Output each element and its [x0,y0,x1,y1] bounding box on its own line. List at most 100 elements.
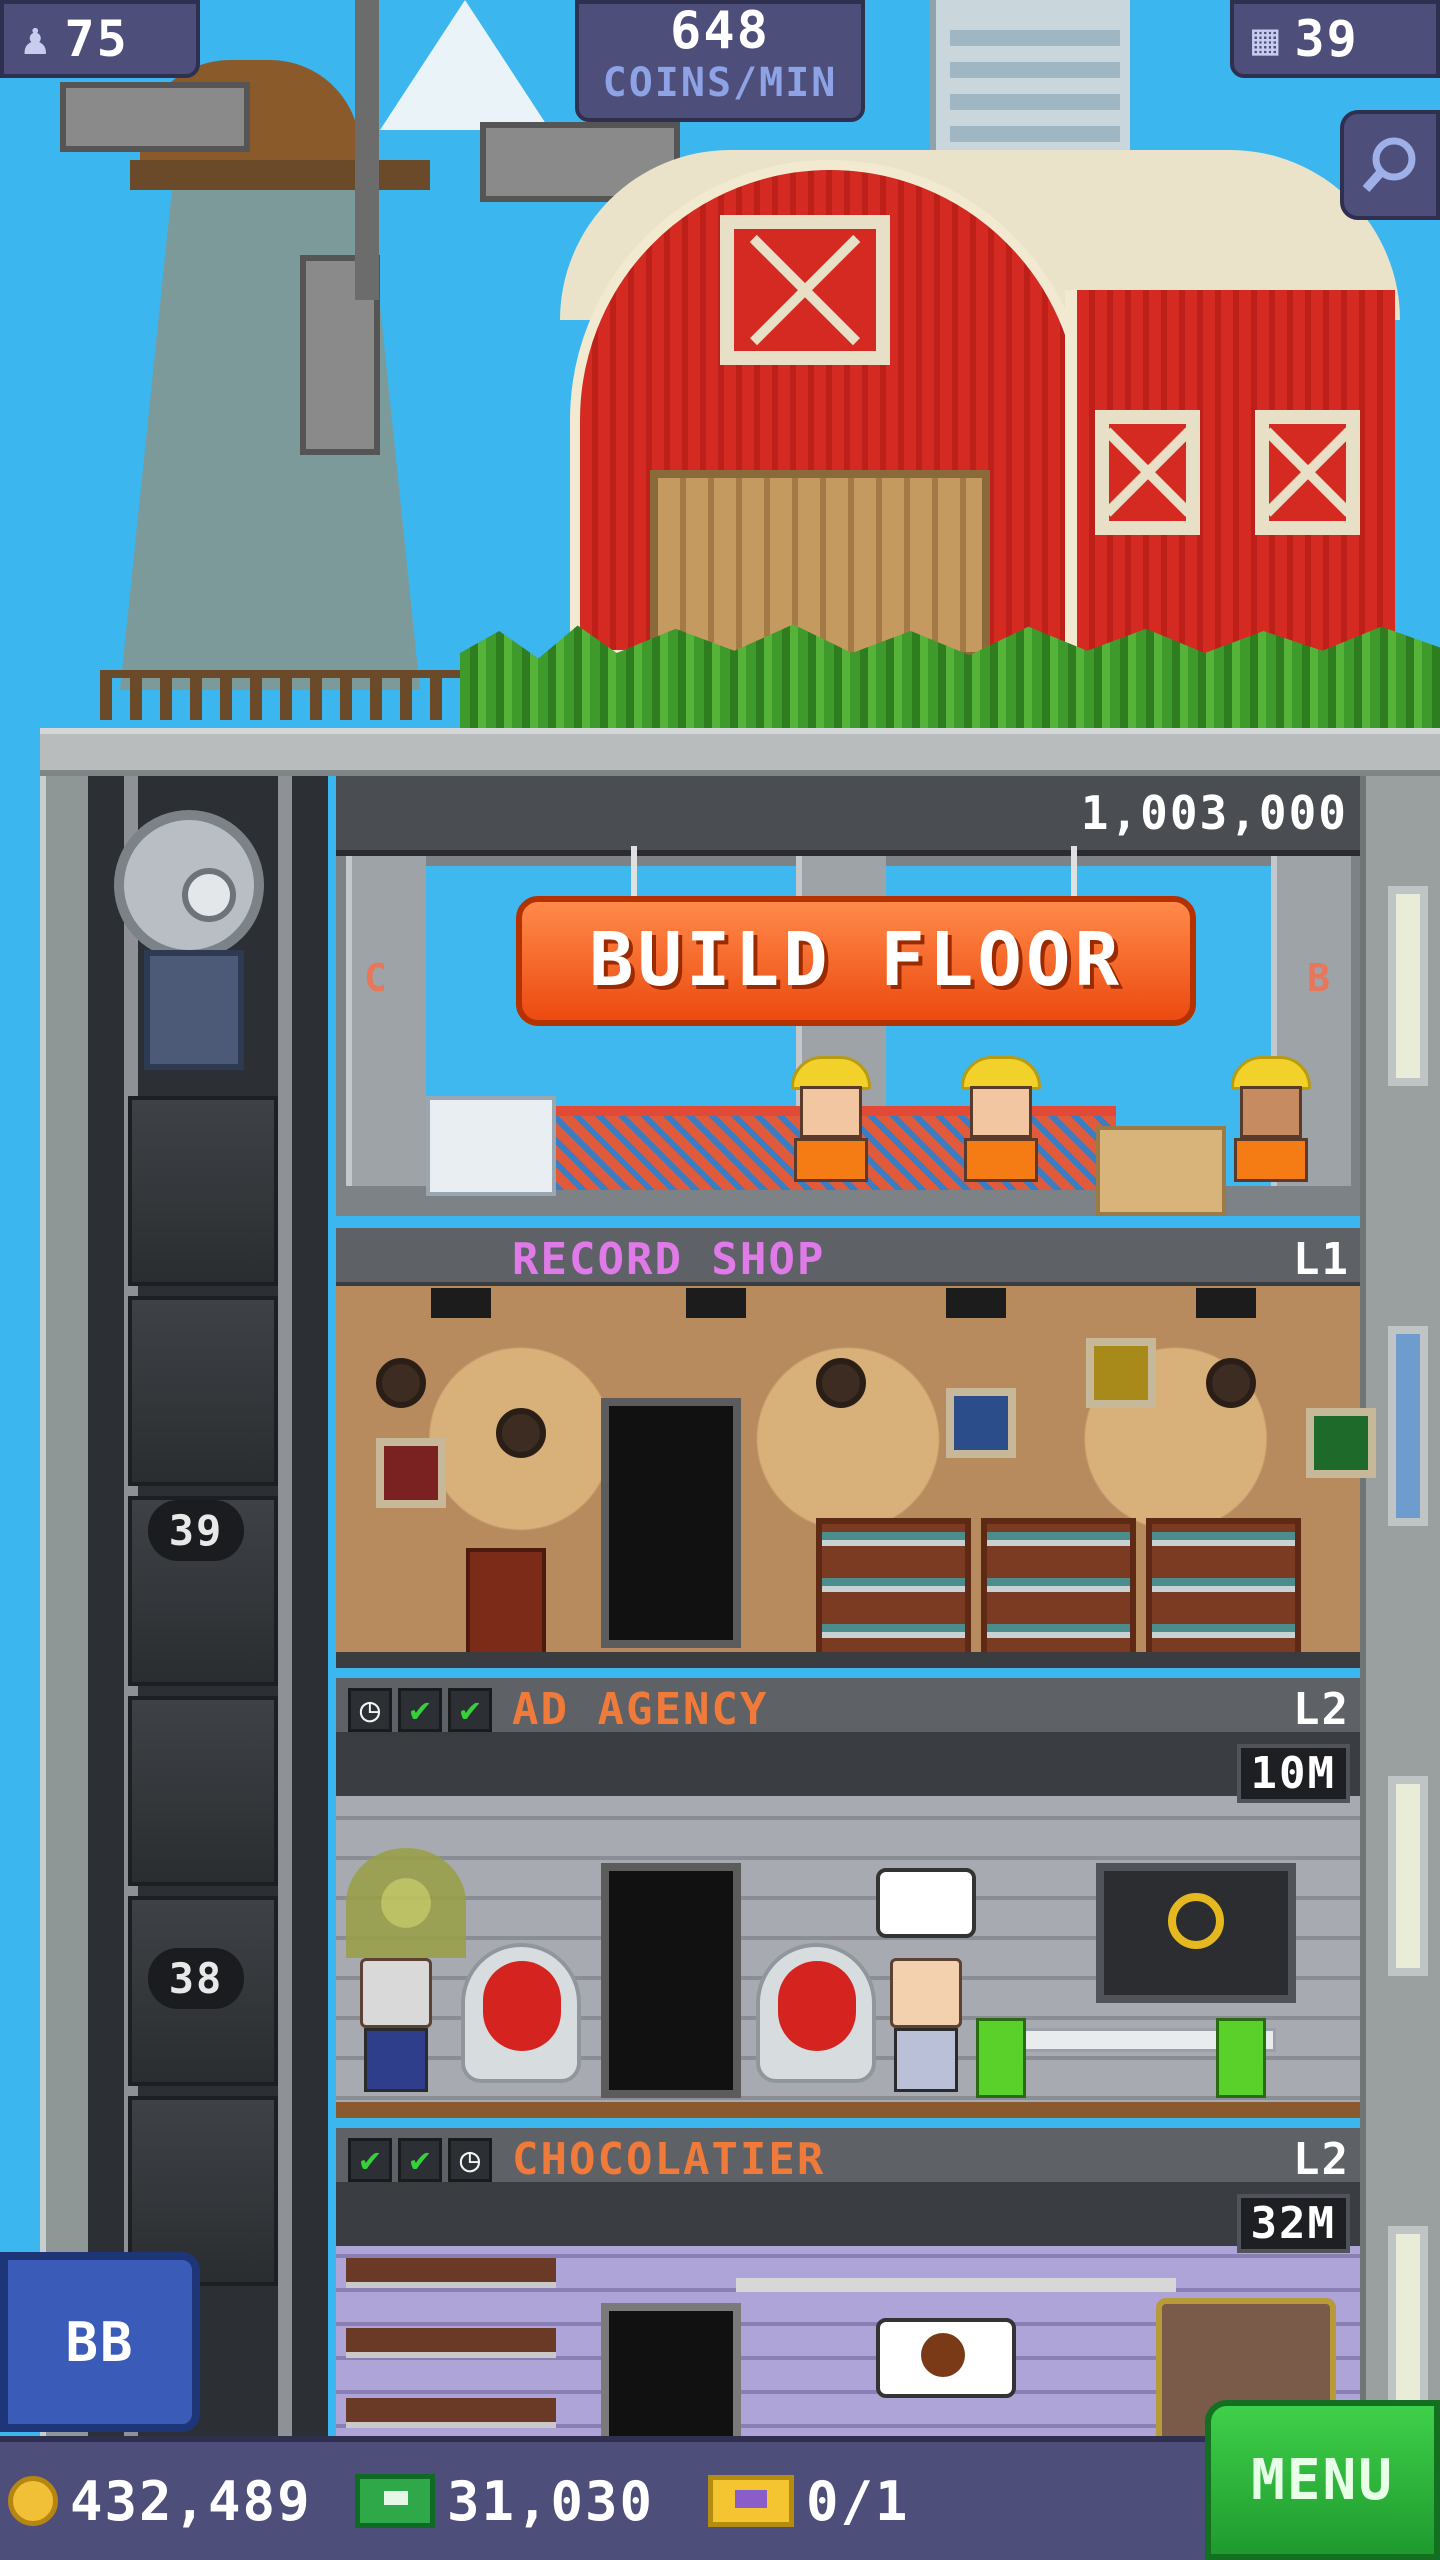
wall-frame [1086,1338,1156,1408]
wall-frame [946,1388,1016,1458]
population-counter[interactable]: ♟ 75 [0,0,200,78]
wall-frame [376,1438,446,1508]
elevator-motor [104,810,284,1100]
ceiling-lights [336,2186,1360,2246]
floor-label-bar: RECORD SHOP L1 [336,1228,1360,1286]
floor-record-shop[interactable]: RECORD SHOP L1 [336,1228,1376,1668]
floor-price: 10M [1236,1744,1350,1803]
spotlight [946,1288,1006,1318]
construction-worker [1226,1056,1316,1186]
floor-name: AD AGENCY [512,1684,769,1735]
barn-window [1095,410,1200,535]
spotlight [686,1288,746,1318]
chocolate-shelf [346,2258,556,2288]
clock-icon: ◷ [348,1688,392,1732]
egg-chair [461,1943,581,2083]
windmill-ledge [130,160,430,190]
record-icon [1206,1358,1256,1408]
floor-label-bar: ✔ ✔ ◷ CHOCOLATIER L2 [336,2128,1360,2186]
coin-icon [8,2476,58,2526]
build-floor-cost: 1,003,000 [1080,786,1348,840]
floor-level: L1 [1293,1234,1350,1285]
pillar [346,856,426,1186]
floor-count-value: 39 [1294,10,1359,68]
bb-button[interactable]: BB [0,2252,200,2432]
elevator-floor-number: 38 [148,1948,244,2009]
coins-per-min-panel[interactable]: 648 COINS/MIN [575,0,865,122]
tower-roof [40,728,1440,776]
plant [346,1848,466,1958]
floor-name: RECORD SHOP [512,1234,826,1285]
check-icon: ✔ [448,1688,492,1732]
build-floor-button[interactable]: BUILD FLOOR [516,896,1196,1026]
office-chair [976,2018,1026,2098]
elevator-floor-number: 39 [148,1500,244,1561]
floor-ad-agency[interactable]: ◷ ✔ ✔ AD AGENCY L2 10M [336,1678,1360,2118]
bux-display[interactable]: 31,030 [355,2456,654,2546]
barn-door [650,470,990,660]
coins-per-min-value: 648 [670,1,770,61]
floor-line [336,2102,1360,2118]
record-shelf [1146,1518,1301,1658]
background-skyscraper [930,0,1130,170]
office-chair [1216,2018,1266,2098]
ring-icon [1168,1893,1224,1949]
doorway [601,2303,741,2453]
wall-frame [1306,1408,1376,1478]
floor-chocolatier[interactable]: ✔ ✔ ◷ CHOCOLATIER L2 32M [336,2128,1360,2453]
record-bin [466,1548,546,1658]
check-icon: ✔ [348,2138,392,2182]
floor-label-bar: ◷ ✔ ✔ AD AGENCY L2 [336,1678,1360,1736]
floor-level: L2 [1293,1684,1350,1735]
population-value: 75 [64,10,129,68]
record-icon [816,1358,866,1408]
building-icon: ▦ [1252,13,1281,65]
clock-icon: ◷ [448,2138,492,2182]
doorway [601,1398,741,1648]
egg-chair [756,1943,876,2083]
doorway [601,1863,741,2098]
supply-bags [426,1096,556,1196]
floor-letter-right: B [1307,956,1332,1000]
ceiling-lights [336,1736,1360,1796]
build-floor-section: 1,003,000 C B BUILD FLOOR [336,776,1360,1216]
tickets-value: 0/1 [806,2469,910,2533]
bux-value: 31,030 [447,2469,655,2533]
speech-bubble[interactable] [876,1868,976,1938]
spotlight [431,1288,491,1318]
barn-window [1255,410,1360,535]
pipe [736,2278,1176,2292]
windmill-blade [60,82,250,152]
construction-worker [956,1056,1046,1186]
bux-icon [355,2474,435,2528]
floor-name: CHOCOLATIER [512,2134,826,2185]
spotlight [1196,1288,1256,1318]
barn-window [720,215,890,365]
check-icon: ✔ [398,2138,442,2182]
record-icon [496,1408,546,1458]
coins-display[interactable]: 432,489 [8,2456,312,2546]
golden-ticket-icon [708,2475,794,2527]
floor-counter[interactable]: ▦ 39 [1230,0,1440,78]
check-icon: ✔ [398,1688,442,1732]
search-button[interactable] [1340,110,1440,220]
supply-crate [1096,1126,1226,1216]
floor-status-icons: ✔ ✔ ◷ [348,2138,492,2182]
tower-right-wall [1360,776,1440,2436]
coins-value: 432,489 [70,2469,312,2533]
floor-line [336,1652,1360,1668]
tower-left-wall [40,776,88,2436]
chocolate-icon [921,2333,965,2377]
construction-worker [786,1056,876,1186]
bitizen[interactable] [356,1958,436,2098]
fence [100,670,480,720]
person-icon: ♟ [22,13,51,65]
floor-price: 32M [1236,2194,1350,2253]
chocolate-shelf [346,2398,556,2428]
build-floor-header: 1,003,000 [336,776,1360,856]
bitizen[interactable] [886,1958,966,2098]
record-icon [376,1358,426,1408]
tickets-display[interactable]: 0/1 [708,2456,910,2546]
menu-button[interactable]: MENU [1205,2400,1440,2560]
coins-per-min-label: COINS/MIN [602,60,838,106]
